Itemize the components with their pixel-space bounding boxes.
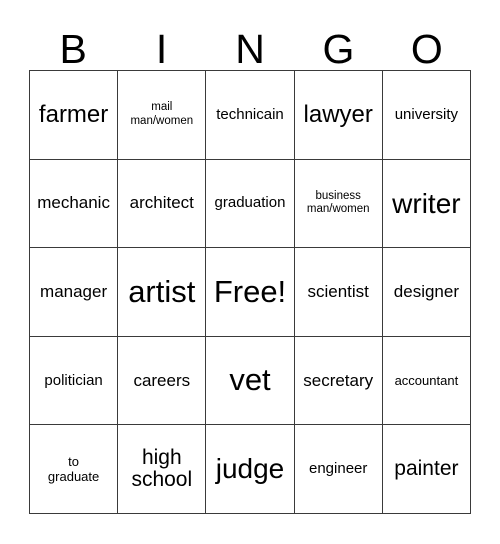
bingo-cell[interactable]: university — [382, 71, 471, 160]
bingo-header: B I N G O — [29, 18, 471, 70]
bingo-cell-label: engineer — [309, 460, 368, 478]
bingo-cell[interactable]: to graduate — [30, 425, 119, 514]
bingo-cell[interactable]: secretary — [294, 336, 383, 426]
bingo-cell[interactable]: scientist — [294, 248, 383, 337]
bingo-cell[interactable]: judge — [206, 425, 295, 514]
bingo-cell-label: farmer — [38, 101, 109, 129]
bingo-cell-label: manager — [40, 281, 108, 301]
bingo-cell-label: careers — [133, 370, 191, 390]
bingo-cell[interactable]: accountant — [382, 336, 471, 426]
bingo-cell[interactable]: mail man/women — [118, 71, 207, 160]
bingo-cell-label: to graduate — [47, 453, 100, 485]
bingo-cell[interactable]: vet — [206, 336, 295, 426]
bingo-cell[interactable]: architect — [118, 159, 207, 249]
bingo-cell-label: accountant — [394, 372, 459, 388]
bingo-cell[interactable]: technicain — [206, 71, 295, 160]
bingo-cell[interactable]: engineer — [294, 425, 383, 514]
bingo-header-letter-i: I — [155, 26, 168, 72]
bingo-cell[interactable]: mechanic — [30, 159, 119, 249]
bingo-cell-label: mechanic — [37, 193, 110, 213]
bingo-cell-label: judge — [215, 453, 285, 485]
bingo-cell-label: university — [394, 105, 459, 123]
bingo-header-letter-b: B — [59, 26, 87, 72]
bingo-cell-label: technicain — [216, 105, 284, 123]
bingo-cell-label: Free! — [213, 273, 287, 309]
bingo-cell[interactable]: writer — [382, 159, 471, 249]
bingo-cell[interactable]: graduation — [206, 159, 295, 249]
bingo-cell[interactable]: lawyer — [294, 71, 383, 160]
bingo-cell-label: architect — [129, 193, 194, 213]
bingo-cell[interactable]: business man/women — [294, 159, 383, 249]
bingo-header-letter-n: N — [235, 26, 265, 72]
bingo-cell-label: high school — [131, 445, 193, 492]
bingo-cell[interactable]: politician — [30, 336, 119, 426]
bingo-cell-label: painter — [394, 457, 459, 481]
bingo-header-letter-g: G — [322, 26, 355, 72]
bingo-cell[interactable]: high school — [118, 425, 207, 514]
bingo-cell[interactable]: careers — [118, 336, 207, 426]
bingo-cell-label: graduation — [214, 194, 286, 212]
bingo-cell-label: artist — [128, 273, 196, 309]
bingo-cell-label: secretary — [303, 370, 374, 390]
bingo-cell-label: lawyer — [303, 101, 373, 129]
bingo-cell-label: politician — [44, 371, 103, 389]
bingo-cell-label: business man/women — [306, 189, 370, 216]
bingo-cell-label: writer — [392, 187, 461, 219]
bingo-cell-label: designer — [393, 281, 459, 301]
bingo-cell[interactable]: artist — [118, 248, 207, 337]
bingo-cell[interactable]: Free! — [206, 248, 295, 337]
bingo-grid: farmer mail man/women technicain lawyer univ… — [29, 70, 471, 514]
bingo-card: B I N G O farmer mail man/women technicain… — [0, 0, 500, 544]
bingo-cell-label: vet — [229, 362, 271, 398]
bingo-cell[interactable]: designer — [382, 248, 471, 337]
bingo-cell[interactable]: farmer — [30, 71, 119, 160]
bingo-cell-label: scientist — [307, 281, 369, 301]
bingo-cell[interactable]: manager — [30, 248, 119, 337]
bingo-header-letter-o: O — [410, 26, 443, 72]
bingo-cell[interactable]: painter — [382, 425, 471, 514]
bingo-cell-label: mail man/women — [130, 101, 194, 127]
